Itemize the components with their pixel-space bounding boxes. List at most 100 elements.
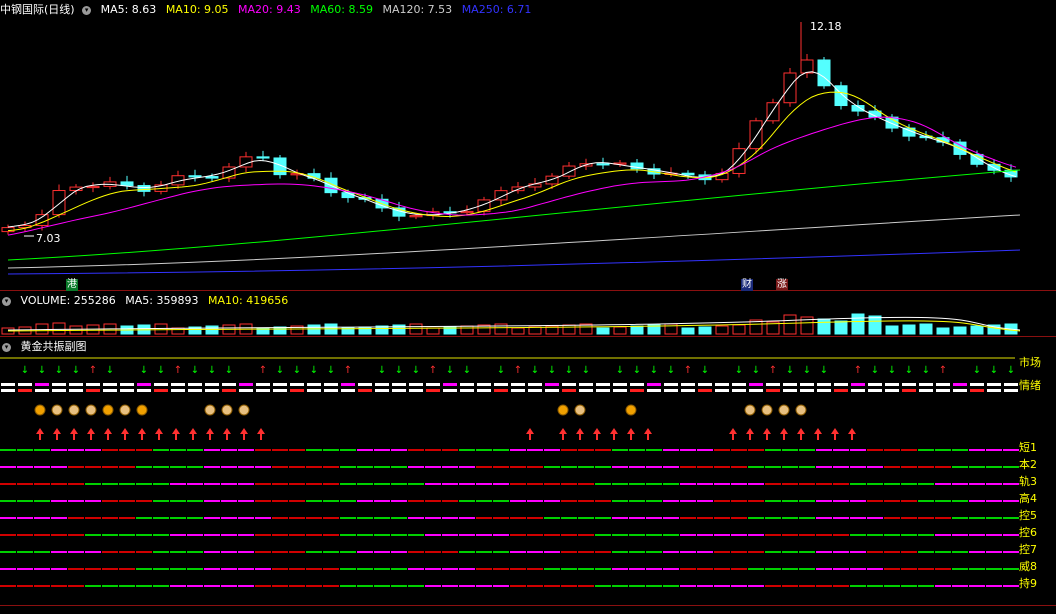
state-segment — [170, 466, 186, 468]
state-segment — [459, 466, 475, 468]
market-arrow: ↓ — [667, 365, 675, 376]
state-segment — [102, 449, 118, 451]
up-arrow-icon — [189, 428, 197, 440]
state-segment — [765, 517, 781, 519]
up-arrow-icon — [36, 428, 44, 440]
state-segment — [799, 568, 815, 570]
row-label-sentiment: 情绪 — [1019, 379, 1041, 392]
volume-bar — [630, 325, 644, 335]
state-segment — [459, 534, 475, 536]
sentiment-dash — [698, 389, 712, 392]
state-segment — [731, 551, 747, 553]
up-arrow-icon — [257, 428, 265, 440]
up-arrow-icon — [729, 428, 737, 440]
finance-badge[interactable]: 财 — [741, 279, 753, 291]
state-segment — [952, 517, 968, 519]
state-segment — [459, 483, 475, 485]
market-arrow: ↓ — [293, 365, 301, 376]
sentiment-dash — [800, 389, 814, 392]
hk-connect-badge[interactable]: 港 — [66, 279, 78, 291]
state-segment — [680, 517, 696, 519]
state-segment — [646, 568, 662, 570]
state-segment — [306, 568, 322, 570]
state-segment — [935, 568, 951, 570]
state-segment — [323, 568, 339, 570]
state-segment — [442, 483, 458, 485]
state-segment — [901, 534, 917, 536]
state-segment — [136, 500, 152, 502]
chart-canvas[interactable]: ↓ ↓ ↓ ↓ ↑ ↓ ↓ ↓ ↑ ↓ ↓ ↓ ↑ ↓ ↓ ↓ ↓ ↑ ↓ ↓ ↓ ↑ ↓ ↓ ↓ ↑ ↓ ↓ ↓ ↓ ↓ ↓ ↓ ↓ ↑ ↓ ↓ ↓ ↑ ↓… — [0, 0, 1056, 614]
state-segment — [340, 568, 356, 570]
state-segment — [102, 500, 118, 502]
up-arrow-icon — [206, 428, 214, 440]
state-segment — [391, 500, 407, 502]
state-segment — [680, 483, 696, 485]
sentiment-dash — [919, 383, 933, 386]
state-segment — [357, 500, 373, 502]
sentiment-dash — [239, 389, 253, 392]
state-segment — [391, 449, 407, 451]
state-segment — [493, 466, 509, 468]
state-segment — [884, 551, 900, 553]
state-segment — [357, 585, 373, 587]
state-segment — [442, 500, 458, 502]
state-segment — [765, 568, 781, 570]
state-segment — [119, 568, 135, 570]
state-segment — [714, 568, 730, 570]
state-segment — [340, 466, 356, 468]
money-bag-icon — [204, 404, 216, 416]
state-segment — [119, 500, 135, 502]
state-segment — [816, 585, 832, 587]
sentiment-dash — [154, 383, 168, 386]
state-segment — [374, 585, 390, 587]
state-segment — [799, 585, 815, 587]
sentiment-dash — [562, 389, 576, 392]
market-arrow: ↓ — [497, 365, 505, 376]
market-arrow: ↓ — [650, 365, 658, 376]
state-segment — [765, 466, 781, 468]
state-segment — [527, 483, 543, 485]
state-segment — [51, 534, 67, 536]
state-segment — [680, 568, 696, 570]
state-segment — [187, 568, 203, 570]
state-segment — [493, 551, 509, 553]
sentiment-dash — [1, 389, 15, 392]
state-segment — [459, 585, 475, 587]
sentiment-dash — [103, 389, 117, 392]
state-segment — [425, 500, 441, 502]
sentiment-dash — [222, 383, 236, 386]
state-segment — [493, 483, 509, 485]
state-segment — [969, 551, 985, 553]
state-segment — [867, 449, 883, 451]
state-segment — [748, 568, 764, 570]
state-segment — [578, 500, 594, 502]
state-segment — [493, 534, 509, 536]
state-segment — [289, 534, 305, 536]
limit-up-badge[interactable]: 涨 — [776, 279, 788, 291]
state-segment — [425, 534, 441, 536]
state-segment — [782, 534, 798, 536]
money-bag-icon — [136, 404, 148, 416]
state-segment — [255, 500, 271, 502]
sentiment-dash — [256, 389, 270, 392]
state-segment — [731, 500, 747, 502]
sentiment-dash — [1004, 383, 1018, 386]
state-segment — [357, 466, 373, 468]
market-arrow: ↓ — [276, 365, 284, 376]
sentiment-dash — [647, 389, 661, 392]
state-segment — [765, 551, 781, 553]
state-segment — [782, 517, 798, 519]
state-segment — [323, 500, 339, 502]
state-segment — [0, 500, 16, 502]
candle — [120, 181, 134, 187]
state-segment — [170, 483, 186, 485]
state-segment — [969, 534, 985, 536]
state-segment — [272, 568, 288, 570]
state-segment — [204, 551, 220, 553]
state-segment — [442, 585, 458, 587]
state-segment — [408, 483, 424, 485]
sentiment-dash — [358, 383, 372, 386]
state-segment — [102, 568, 118, 570]
sentiment-dash — [205, 389, 219, 392]
state-segment — [153, 568, 169, 570]
